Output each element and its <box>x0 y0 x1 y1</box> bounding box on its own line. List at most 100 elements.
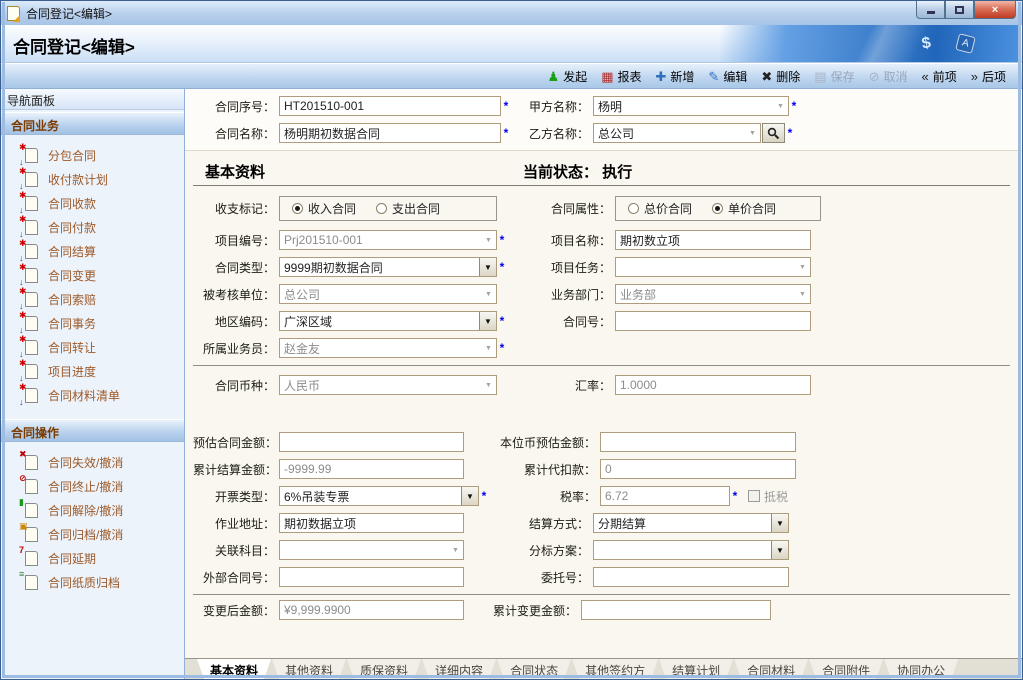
entrust-no-input[interactable] <box>593 567 789 587</box>
sidebar-item-label: 合同材料清单 <box>48 387 120 404</box>
radio-expense-contract[interactable]: 支出合同 <box>376 200 440 217</box>
settle-method-combo[interactable]: ▼ <box>593 513 789 533</box>
sidebar-item-contract-claim[interactable]: ✱↓合同索赔 <box>1 287 184 311</box>
sidebar-item-contract-rescind[interactable]: ▮合同解除/撤消 <box>1 498 184 522</box>
bid-plan-combo[interactable]: ▼ <box>593 540 789 560</box>
contract-serial-input[interactable] <box>279 96 501 116</box>
close-button[interactable]: × <box>974 1 1016 19</box>
sidebar-item-contract-invalidate[interactable]: ✖合同失效/撤消 <box>1 450 184 474</box>
tab-contract-status[interactable]: 合同状态 <box>497 659 571 679</box>
settle-method-value <box>594 514 771 532</box>
chevron-down-icon[interactable]: ▼ <box>771 541 788 559</box>
sidebar-item-contract-receipt[interactable]: ✱↓合同收款 <box>1 191 184 215</box>
tab-collaborative-office[interactable]: 协同办公 <box>884 659 958 679</box>
work-address-input[interactable] <box>279 513 464 533</box>
radio-total-price-contract[interactable]: 总价合同 <box>628 200 692 217</box>
toolbar-report-button[interactable]: ▦报表 <box>595 66 647 87</box>
toolbar-cancel-button: ⊘取消 <box>863 66 914 87</box>
assessed-unit-label: 被考核单位： <box>193 286 279 303</box>
sidebar-item-contract-material-list[interactable]: ✱↓合同材料清单 <box>1 383 184 407</box>
sidebar-item-subcontract[interactable]: ✱↓分包合同 <box>1 143 184 167</box>
sidebar-item-receipt-payment-plan[interactable]: ✱↓收付款计划 <box>1 167 184 191</box>
project-no-combo: ▼ <box>279 230 497 250</box>
project-name-input[interactable] <box>615 230 811 250</box>
tab-contract-materials[interactable]: 合同材料 <box>734 659 808 679</box>
sidebar-item-contract-paper-archive[interactable]: ≡合同纸质归档 <box>1 570 184 594</box>
toolbar-delete-button[interactable]: ✖删除 <box>755 66 806 87</box>
section-title: 基本资料 <box>205 161 265 182</box>
sidebar-item-contract-settlement[interactable]: ✱↓合同结算 <box>1 239 184 263</box>
minimize-icon <box>927 11 935 14</box>
sidebar-item-label: 合同纸质归档 <box>48 574 120 591</box>
external-contract-no-label: 外部合同号： <box>193 569 279 586</box>
external-contract-no-input[interactable] <box>279 567 464 587</box>
sidebar-item-label: 收付款计划 <box>48 171 108 188</box>
section-contract-operations[interactable]: 合同操作 <box>1 419 184 442</box>
sidebar-item-contract-change[interactable]: ✱↓合同变更 <box>1 263 184 287</box>
chevron-down-icon[interactable]: ▼ <box>479 312 496 330</box>
sidebar-item-contract-archive[interactable]: ▣合同归档/撤消 <box>1 522 184 546</box>
tab-other-signatories[interactable]: 其他签约方 <box>572 659 658 679</box>
sidebar-item-contract-transfer[interactable]: ✱↓合同转让 <box>1 335 184 359</box>
business-dept-combo: ▼ <box>615 284 811 304</box>
chevron-down-icon: ▼ <box>795 285 810 303</box>
tax-rate-input <box>600 486 730 506</box>
radio-label: 总价合同 <box>644 200 692 217</box>
contract-name-label: 合同名称： <box>193 125 279 142</box>
currency-label: 合同币种： <box>193 377 279 394</box>
form-content: 合同序号： * 甲方名称： ▼ * 合同名称： * <box>185 89 1022 679</box>
change-total-input[interactable] <box>581 600 771 620</box>
invoice-type-combo[interactable]: ▼ <box>279 486 479 506</box>
sidebar-item-project-progress[interactable]: ✱↓项目进度 <box>1 359 184 383</box>
change-total-label: 累计变更金额： <box>474 602 581 619</box>
maximize-button[interactable] <box>945 1 974 19</box>
toolbar-previous-button[interactable]: «前项 <box>916 66 963 87</box>
toolbar-initiate-button[interactable]: ♟发起 <box>542 66 594 87</box>
est-amount-input[interactable] <box>279 432 464 452</box>
contract-change-icon: ✱↓ <box>25 268 38 283</box>
party-b-search-button[interactable] <box>762 123 785 143</box>
party-a-combo[interactable]: ▼ <box>593 96 789 116</box>
next-icon: » <box>971 70 978 83</box>
tab-other-info[interactable]: 其他资料 <box>272 659 346 679</box>
contract-type-combo[interactable]: ▼ <box>279 257 497 277</box>
contract-name-input[interactable] <box>279 123 501 143</box>
radio-icon <box>376 203 387 214</box>
tab-contract-attachments[interactable]: 合同附件 <box>809 659 883 679</box>
close-icon: × <box>992 4 998 16</box>
tab-warranty-info[interactable]: 质保资料 <box>347 659 421 679</box>
section-contract-business[interactable]: 合同业务 <box>1 112 184 135</box>
toolbar-report-label: 报表 <box>617 68 641 85</box>
related-subject-value <box>280 541 448 559</box>
contract-no-input[interactable] <box>615 311 811 331</box>
party-b-combo[interactable]: ▼ <box>593 123 761 143</box>
toolbar-next-button[interactable]: »后项 <box>965 66 1012 87</box>
tab-settlement-plan[interactable]: 结算计划 <box>659 659 733 679</box>
sidebar-item-contract-affairs[interactable]: ✱↓合同事务 <box>1 311 184 335</box>
region-code-combo[interactable]: ▼ <box>279 311 497 331</box>
sidebar-item-contract-extension[interactable]: 7合同延期 <box>1 546 184 570</box>
sidebar-item-label: 合同索赔 <box>48 291 96 308</box>
toolbar-edit-button[interactable]: ✎编辑 <box>702 66 753 87</box>
party-b-label: 乙方名称： <box>511 125 593 142</box>
radio-unit-price-contract[interactable]: 单价合同 <box>712 200 776 217</box>
tab-basic-info[interactable]: 基本资料 <box>197 659 271 679</box>
chevron-down-icon[interactable]: ▼ <box>479 258 496 276</box>
sidebar-item-label: 合同转让 <box>48 339 96 356</box>
minimize-button[interactable] <box>916 1 945 19</box>
base-est-amount-input[interactable] <box>600 432 796 452</box>
contract-payment-icon: ✱↓ <box>25 220 38 235</box>
toolbar-add-button[interactable]: ✚新增 <box>650 66 701 87</box>
contract-affairs-icon: ✱↓ <box>25 316 38 331</box>
sidebar-item-contract-payment[interactable]: ✱↓合同付款 <box>1 215 184 239</box>
project-task-combo: ▼ <box>615 257 811 277</box>
business-dept-label: 业务部门： <box>515 286 615 303</box>
sidebar-item-contract-terminate[interactable]: ⊘合同终止/撤消 <box>1 474 184 498</box>
radio-income-contract[interactable]: 收入合同 <box>292 200 356 217</box>
toolbar-cancel-label: 取消 <box>883 68 907 85</box>
region-code-value <box>280 312 479 330</box>
tab-details[interactable]: 详细内容 <box>422 659 496 679</box>
chevron-down-icon[interactable]: ▼ <box>771 514 788 532</box>
settled-total-input <box>279 459 464 479</box>
chevron-down-icon[interactable]: ▼ <box>461 487 478 505</box>
